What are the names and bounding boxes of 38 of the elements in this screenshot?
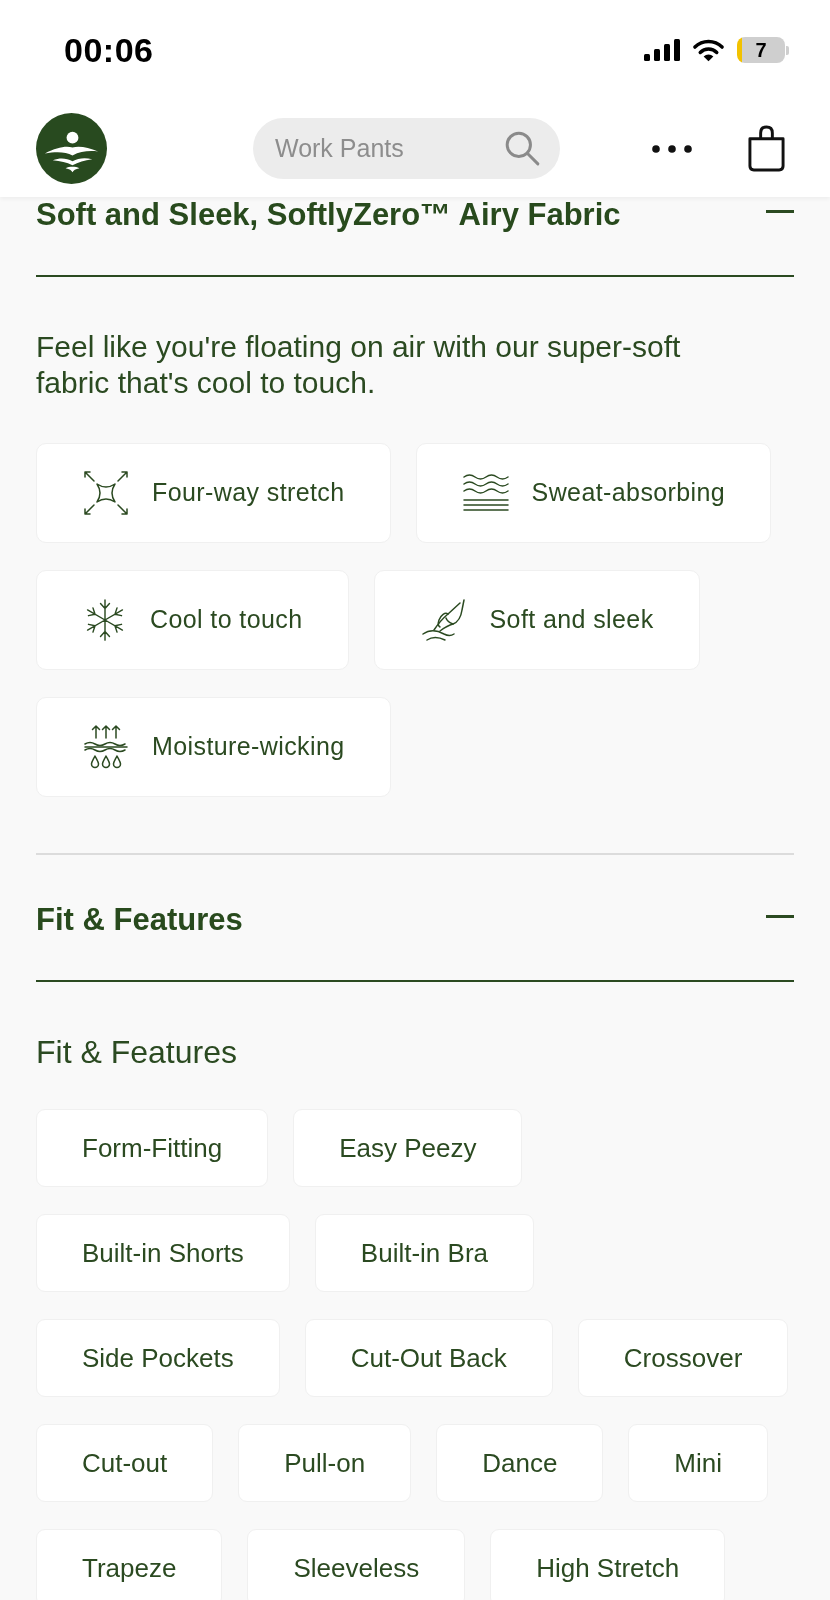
status-time: 00:06 — [64, 30, 154, 70]
feature-label: Sweat-absorbing — [531, 477, 726, 509]
moisture-arrows-drops-icon — [82, 723, 130, 771]
feature-label: Four-way stretch — [152, 477, 345, 509]
feature-tag[interactable]: High Stretch — [490, 1529, 726, 1600]
logo-icon[interactable] — [36, 113, 107, 184]
feature-tag[interactable]: Cut-Out Back — [304, 1319, 553, 1397]
wave-lines-icon — [461, 472, 510, 514]
section-heading[interactable]: Soft and Sleek, SoftlyZero™ Airy Fabric — [36, 197, 621, 233]
feature-tag[interactable]: Mini — [628, 1424, 769, 1502]
battery-indicator: 7 — [737, 37, 789, 63]
feature-label: Moisture-wicking — [152, 731, 345, 763]
minus-icon[interactable] — [766, 209, 794, 213]
section-subtitle: Fit & Features — [36, 1034, 238, 1070]
feature-tag[interactable]: Built-in Bra — [314, 1214, 534, 1292]
feature-tag[interactable]: Crossover — [577, 1319, 789, 1397]
feature-tag[interactable]: Side Pockets — [36, 1319, 280, 1397]
search-field[interactable]: Work Pants — [253, 118, 560, 179]
feature-tag[interactable]: Easy Peezy — [293, 1109, 523, 1187]
feature-tag[interactable]: Form-Fitting — [36, 1109, 269, 1187]
feature-tag[interactable]: Pull-on — [238, 1424, 412, 1502]
feature-label: Soft and sleek — [489, 604, 654, 636]
feature-tag[interactable]: Built-in Shorts — [36, 1214, 290, 1292]
section-description: Feel like you're floating on air with our super-soft fabric that's cool to touch. — [36, 329, 682, 401]
section-heading[interactable]: Fit & Features — [36, 902, 243, 938]
hand-touch-icon — [419, 596, 468, 644]
wifi-icon — [692, 38, 725, 62]
feature-tag[interactable]: Sleeveless — [247, 1529, 466, 1600]
feature-tag[interactable]: Trapeze — [36, 1529, 223, 1600]
feature-tag[interactable]: Cut-out — [36, 1424, 214, 1502]
minus-icon[interactable] — [766, 914, 794, 918]
signal-bars-icon — [644, 39, 680, 61]
feature-tag[interactable]: Dance — [436, 1424, 604, 1502]
feature-label: Cool to touch — [150, 604, 303, 636]
shopping-bag-icon[interactable] — [747, 125, 786, 172]
more-icon[interactable] — [652, 144, 692, 153]
stretch-arrows-icon — [82, 469, 130, 517]
search-icon[interactable] — [504, 130, 540, 166]
